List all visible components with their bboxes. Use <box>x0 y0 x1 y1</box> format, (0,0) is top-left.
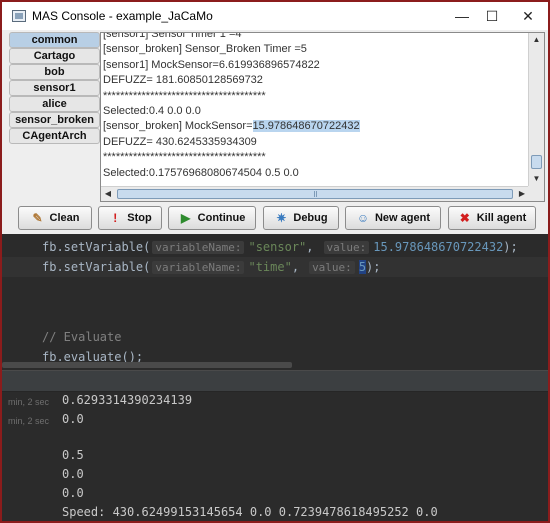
scroll-left-icon[interactable]: ◀ <box>101 187 115 201</box>
stop-button[interactable]: ! Stop <box>98 206 162 230</box>
mas-console-window: MAS Console - example_JaCaMo — ☐ ✕ commo… <box>2 2 548 234</box>
param-hint: value: <box>323 241 370 254</box>
minimize-button[interactable]: — <box>452 6 472 26</box>
code-comma: , <box>306 240 314 254</box>
new-agent-button[interactable]: ☺ New agent <box>345 206 441 230</box>
output-line: 0.5 <box>62 448 84 462</box>
log-line: [sensor_broken] MockSensor=15.9786486707… <box>103 119 521 134</box>
scroll-up-icon[interactable]: ▲ <box>529 33 544 47</box>
string-literal: "time" <box>248 260 292 274</box>
debug-icon: ✷ <box>276 211 287 225</box>
log-line: ************************************** <box>103 151 266 164</box>
editor-scroll-thumb[interactable] <box>2 362 292 368</box>
log-line: ************************************** <box>103 89 266 102</box>
log-line: [sensor_broken] Sensor_Broken Timer =5 <box>103 43 307 56</box>
code-line: // Evaluate <box>2 327 548 347</box>
kill-agent-button[interactable]: ✖ Kill agent <box>448 206 536 230</box>
play-icon: ▶ <box>181 211 191 225</box>
code-comma: , <box>291 260 300 274</box>
debug-button[interactable]: ✷ Debug <box>263 206 339 230</box>
scroll-down-icon[interactable]: ▼ <box>529 172 544 186</box>
kill-agent-label: Kill agent <box>476 212 527 224</box>
horizontal-scrollbar[interactable]: ◀ ▶ <box>101 186 529 201</box>
clean-label: Clean <box>49 212 80 224</box>
debug-label: Debug <box>293 212 328 224</box>
code-close: ); <box>366 260 381 274</box>
string-literal: "sensor" <box>248 240 307 254</box>
code-call: fb.setVariable( <box>42 240 151 254</box>
output-line: 0.6293314390234139 <box>62 393 193 407</box>
param-hint: variableName: <box>152 241 245 254</box>
grip-icon <box>314 191 317 197</box>
cell-output: min, 2 sec min, 2 sec 0.6293314390234139… <box>2 392 548 521</box>
panel-divider[interactable] <box>2 370 548 392</box>
param-hint: variableName: <box>152 261 245 274</box>
continue-label: Continue <box>197 212 246 224</box>
close-button[interactable]: ✕ <box>518 6 538 26</box>
new-agent-icon: ☺ <box>356 211 370 225</box>
console-output[interactable]: [sensor1] Sensor Timer 1 =4 [sensor_brok… <box>100 32 545 202</box>
maximize-button[interactable]: ☐ <box>482 6 502 26</box>
code-call: fb.setVariable( <box>42 260 151 274</box>
exclamation-icon: ! <box>113 211 118 225</box>
tab-common[interactable]: common <box>9 32 100 48</box>
log-line: DEFUZZ= 430.6245335934309 <box>103 135 257 148</box>
scroll-corner <box>528 186 544 201</box>
number-literal: 5 <box>358 260 367 274</box>
log-line: Selected:0.4 0.0 0.0 <box>103 105 201 118</box>
title-bar: MAS Console - example_JaCaMo — ☐ ✕ <box>2 2 548 30</box>
log-line: Selected:0.17576968080674504 0.5 0.0 <box>103 166 299 179</box>
log-line: [sensor1] MockSensor=6.619936896574822 <box>103 58 320 71</box>
stop-label: Stop <box>127 212 152 224</box>
param-hint: value: <box>309 261 355 274</box>
vertical-scroll-thumb[interactable] <box>531 155 542 169</box>
log-line: DEFUZZ= 181.60850128569732 <box>103 74 263 87</box>
output-line: 0.0 <box>62 467 84 481</box>
log-line: [sensor1] Sensor Timer 1 =4 <box>103 32 242 40</box>
code-editor[interactable]: fb.setVariable(variableName: "sensor", val… <box>2 234 548 370</box>
tab-bob[interactable]: bob <box>9 64 100 80</box>
code-line: fb.setVariable(variableName: "sensor", val… <box>2 237 548 257</box>
selected-value: 15.978648670722432 <box>252 120 360 133</box>
vertical-scrollbar[interactable]: ▲ ▼ <box>528 33 544 186</box>
output-line: 0.0 <box>62 412 84 426</box>
output-line: Speed: 430.62499153145654 0.0 0.72394786… <box>62 505 438 519</box>
continue-button[interactable]: ▶ Continue <box>168 206 256 230</box>
number-literal: 15.978648670722432 <box>373 240 504 254</box>
broom-icon: ✎ <box>32 211 43 225</box>
code-close: ); <box>503 240 518 254</box>
scroll-right-icon[interactable]: ▶ <box>515 187 529 201</box>
tab-cagentarch[interactable]: CAgentArch <box>9 128 100 144</box>
new-agent-label: New agent <box>374 212 430 224</box>
tab-alice[interactable]: alice <box>9 96 100 112</box>
window-title: MAS Console - example_JaCaMo <box>32 9 213 23</box>
agent-tabs: common Cartago bob sensor1 alice sensor_… <box>9 32 100 144</box>
code-comment: // Evaluate <box>42 330 122 344</box>
clean-button[interactable]: ✎ Clean <box>18 206 92 230</box>
app-icon <box>12 10 26 22</box>
execution-time: min, 2 sec <box>8 397 50 407</box>
tab-cartago[interactable]: Cartago <box>9 48 100 64</box>
control-buttons: ✎ Clean ! Stop ▶ Continue ✷ Debug ☺ New … <box>2 206 548 232</box>
tab-sensor1[interactable]: sensor1 <box>9 80 100 96</box>
horizontal-scroll-thumb[interactable] <box>117 189 513 199</box>
close-icon: ✖ <box>459 211 470 225</box>
execution-time: min, 2 sec <box>8 416 50 426</box>
output-line: 0.0 <box>62 486 84 500</box>
console-log: [sensor1] Sensor Timer 1 =4 [sensor_brok… <box>103 32 521 181</box>
code-line-current: fb.setVariable(variableName: "time", value… <box>2 257 548 277</box>
tab-sensor-broken[interactable]: sensor_broken <box>9 112 100 128</box>
log-prefix: [sensor_broken] MockSensor= <box>103 120 253 133</box>
